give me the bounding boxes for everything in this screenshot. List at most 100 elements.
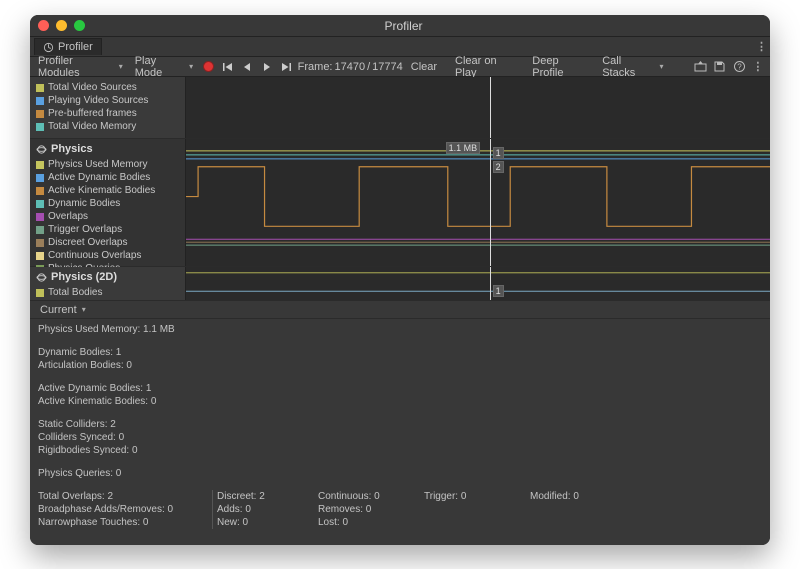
- window-controls: [38, 20, 85, 31]
- legend-label: Trigger Overlaps: [48, 223, 122, 236]
- close-window-button[interactable]: [38, 20, 49, 31]
- play-mode-dropdown[interactable]: Play Mode: [131, 55, 197, 79]
- module-physics2d: Physics (2D) Total Bodies 1: [30, 267, 770, 301]
- module-physics2d-title: Physics (2D): [51, 271, 117, 283]
- stat-used-memory: Physics Used Memory: 1.1 MB: [38, 323, 762, 336]
- legend-item[interactable]: Total Video Sources: [36, 81, 179, 94]
- stat-static-colliders: Static Colliders: 2: [38, 418, 762, 431]
- legend-label: Total Video Sources: [48, 81, 137, 94]
- legend-item[interactable]: Discreet Overlaps: [36, 236, 179, 249]
- physics-marker-2: 2: [493, 161, 504, 173]
- physics-memory-overlay: 1.1 MB: [446, 142, 481, 154]
- module-video: Total Video SourcesPlaying Video Sources…: [30, 77, 770, 139]
- legend-swatch: [36, 123, 44, 131]
- legend-item[interactable]: Dynamic Bodies: [36, 197, 179, 210]
- profiler-icon: [43, 42, 54, 53]
- legend-item[interactable]: Active Dynamic Bodies: [36, 171, 179, 184]
- legend-label: Playing Video Sources: [48, 94, 148, 107]
- legend-swatch: [36, 252, 44, 260]
- physics2d-icon: [36, 272, 47, 283]
- record-button[interactable]: [201, 59, 216, 75]
- legend-label: Continuous Overlaps: [48, 249, 141, 262]
- legend-swatch: [36, 289, 44, 297]
- module-physics: Physics Physics Used MemoryActive Dynami…: [30, 139, 770, 267]
- load-icon[interactable]: [693, 59, 708, 75]
- minimize-window-button[interactable]: [56, 20, 67, 31]
- module-physics-legend: Physics Physics Used MemoryActive Dynami…: [30, 139, 185, 266]
- legend-swatch: [36, 110, 44, 118]
- legend-label: Dynamic Bodies: [48, 197, 120, 210]
- legend-item[interactable]: Trigger Overlaps: [36, 223, 179, 236]
- profiler-window: Profiler Profiler ⋮ Profiler Modules Pla…: [30, 15, 770, 545]
- stat-active-kinematic: Active Kinematic Bodies: 0: [38, 395, 762, 408]
- legend-item[interactable]: Pre-buffered frames: [36, 107, 179, 120]
- legend-swatch: [36, 161, 44, 169]
- legend-swatch: [36, 213, 44, 221]
- stat-active-dynamic: Active Dynamic Bodies: 1: [38, 382, 762, 395]
- frame-prev-button[interactable]: [240, 59, 255, 75]
- main-area: Total Video SourcesPlaying Video Sources…: [30, 77, 770, 545]
- legend-label: Overlaps: [48, 210, 88, 223]
- legend-swatch: [36, 239, 44, 247]
- physics2d-marker-1: 1: [493, 285, 504, 297]
- save-icon[interactable]: [712, 59, 727, 75]
- broadphase-row: Broadphase Adds/Removes: 0 Adds: 0 Remov…: [38, 503, 762, 516]
- details-panel: Current Physics Used Memory: 1.1 MB Dyna…: [30, 301, 770, 545]
- window-title: Profiler: [85, 19, 722, 33]
- tab-menu-button[interactable]: ⋮: [754, 39, 770, 55]
- stat-physics-queries: Physics Queries: 0: [38, 467, 762, 480]
- module-physics2d-graph[interactable]: 1: [185, 267, 770, 300]
- legend-swatch: [36, 97, 44, 105]
- module-physics-title: Physics: [51, 143, 93, 155]
- frame-first-button[interactable]: [220, 59, 235, 75]
- module-video-graph[interactable]: [185, 77, 770, 138]
- frame-next-button[interactable]: [259, 59, 274, 75]
- help-icon[interactable]: ?: [731, 59, 746, 75]
- stat-rigidbodies-synced: Rigidbodies Synced: 0: [38, 444, 762, 457]
- toolbar-menu-button[interactable]: ⋮: [751, 59, 766, 75]
- physics-marker-1: 1: [493, 147, 504, 159]
- legend-swatch: [36, 200, 44, 208]
- legend-swatch: [36, 187, 44, 195]
- stat-colliders-synced: Colliders Synced: 0: [38, 431, 762, 444]
- legend-swatch: [36, 174, 44, 182]
- tab-label: Profiler: [58, 41, 93, 53]
- profiler-modules-dropdown[interactable]: Profiler Modules: [34, 55, 127, 79]
- overlaps-row: Total Overlaps: 2 Discreet: 2 Continuous…: [38, 490, 762, 503]
- legend-label: Pre-buffered frames: [48, 107, 137, 120]
- details-current-dropdown[interactable]: Current: [36, 304, 90, 316]
- legend-label: Total Video Memory: [48, 120, 136, 133]
- legend-item[interactable]: Total Bodies: [36, 286, 179, 299]
- stat-articulation-bodies: Articulation Bodies: 0: [38, 359, 762, 372]
- narrowphase-row: Narrowphase Touches: 0 New: 0 Lost: 0: [38, 516, 762, 529]
- legend-label: Physics Used Memory: [48, 158, 147, 171]
- legend-item[interactable]: Continuous Overlaps: [36, 249, 179, 262]
- stat-dynamic-bodies: Dynamic Bodies: 1: [38, 346, 762, 359]
- legend-item[interactable]: Total Video Memory: [36, 120, 179, 133]
- frame-last-button[interactable]: [278, 59, 293, 75]
- frame-label: Frame: 17470/17774: [298, 61, 403, 73]
- legend-label: Total Bodies: [48, 286, 102, 299]
- module-video-legend: Total Video SourcesPlaying Video Sources…: [30, 77, 185, 138]
- module-physics-graph[interactable]: 1.1 MB 1 2: [185, 139, 770, 266]
- legend-item[interactable]: Active Kinematic Bodies: [36, 184, 179, 197]
- legend-item[interactable]: Playing Video Sources: [36, 94, 179, 107]
- clear-on-play-toggle[interactable]: Clear on Play: [449, 59, 524, 75]
- clear-button[interactable]: Clear: [407, 59, 441, 75]
- legend-item[interactable]: Overlaps: [36, 210, 179, 223]
- physics-icon: [36, 144, 47, 155]
- legend-item[interactable]: Physics Used Memory: [36, 158, 179, 171]
- call-stacks-dropdown[interactable]: Call Stacks: [598, 55, 667, 79]
- tab-profiler[interactable]: Profiler: [34, 38, 102, 55]
- toolbar: Profiler Modules Play Mode Frame: 17470/…: [30, 57, 770, 77]
- zoom-window-button[interactable]: [74, 20, 85, 31]
- deep-profile-toggle[interactable]: Deep Profile: [528, 59, 594, 75]
- legend-label: Discreet Overlaps: [48, 236, 127, 249]
- legend-swatch: [36, 84, 44, 92]
- legend-swatch: [36, 226, 44, 234]
- svg-text:?: ?: [737, 63, 742, 72]
- legend-label: Active Dynamic Bodies: [48, 171, 150, 184]
- legend-label: Active Kinematic Bodies: [48, 184, 155, 197]
- titlebar: Profiler: [30, 15, 770, 37]
- module-physics2d-legend: Physics (2D) Total Bodies: [30, 267, 185, 300]
